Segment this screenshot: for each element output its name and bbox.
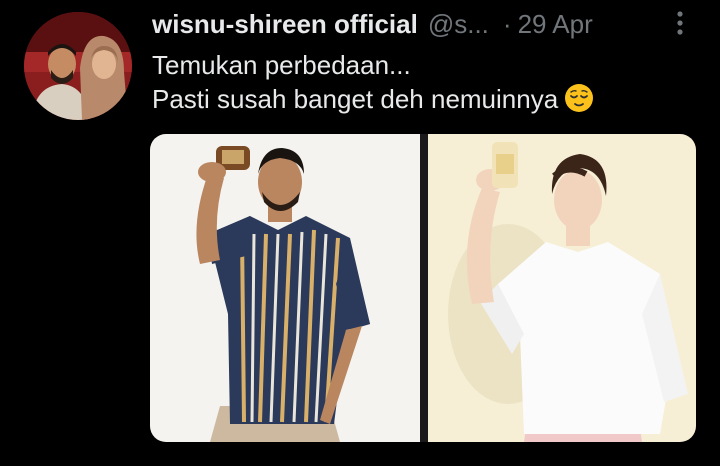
- relieved-face-icon: [564, 83, 594, 113]
- photo-man-striped-shirt[interactable]: [150, 134, 420, 442]
- tweet[interactable]: wisnu-shireen official @s... · 29 Apr Te…: [0, 0, 720, 466]
- tweet-text: Temukan perbedaan... Pasti susah banget …: [152, 48, 594, 116]
- author-handle[interactable]: @s...: [428, 9, 489, 40]
- tweet-text-line-2-content: Pasti susah banget deh nemuinnya: [152, 84, 559, 114]
- more-vertical-icon[interactable]: [672, 10, 688, 36]
- header-separator: ·: [502, 8, 512, 39]
- author-name[interactable]: wisnu-shireen official: [152, 9, 418, 40]
- tweet-text-line-1: Temukan perbedaan...: [152, 50, 411, 80]
- avatar[interactable]: [24, 12, 132, 120]
- avatar-image: [24, 12, 132, 120]
- tweet-header: wisnu-shireen official @s... · 29 Apr: [152, 6, 593, 42]
- tweet-text-line-2: Pasti susah banget deh nemuinnya: [152, 82, 594, 116]
- tweet-media[interactable]: [150, 134, 696, 442]
- tweet-date[interactable]: 29 Apr: [518, 9, 593, 40]
- photo-man-white-shirt[interactable]: [428, 134, 696, 442]
